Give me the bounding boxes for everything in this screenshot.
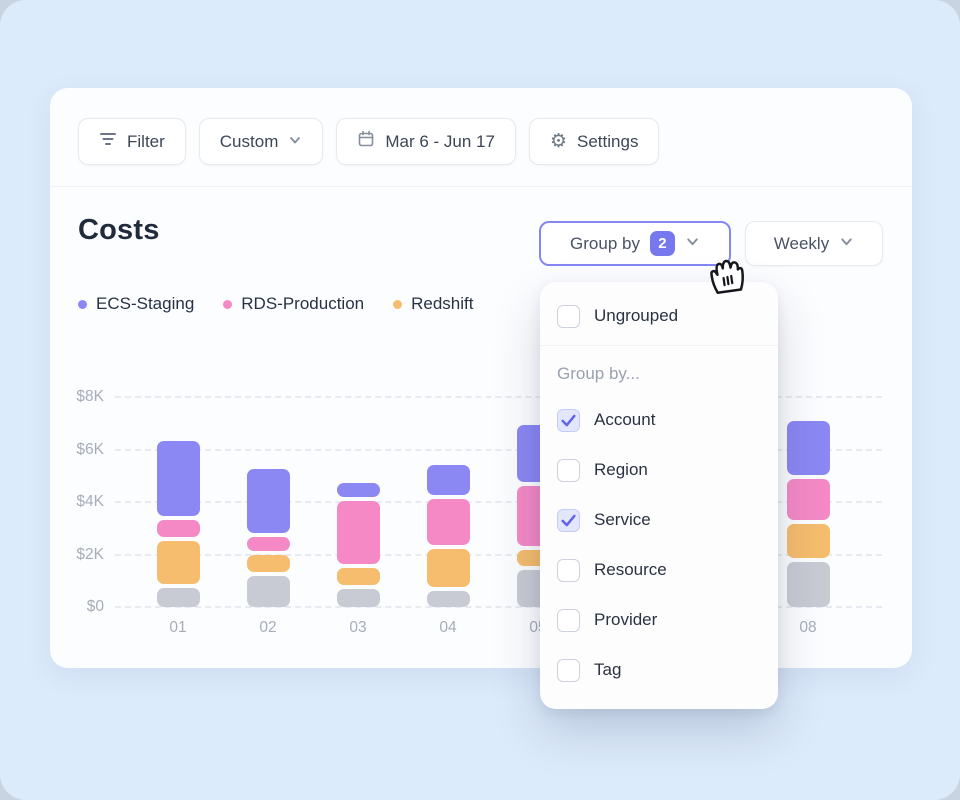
group-by-button[interactable]: Group by 2	[539, 221, 731, 266]
group-by-count-badge: 2	[650, 231, 675, 256]
menu-item-label: Service	[594, 510, 651, 530]
x-axis-tick-label: 04	[426, 619, 470, 637]
bar-segment-other[interactable]	[247, 576, 290, 607]
y-axis-tick-label: $2K	[52, 545, 104, 565]
menu-item-region[interactable]: Region	[540, 445, 778, 495]
chevron-down-icon	[685, 234, 700, 254]
bar-segment-ecs-staging[interactable]	[337, 483, 380, 497]
bar-segment-rds-production[interactable]	[337, 501, 380, 564]
y-axis-tick-label: $6K	[52, 440, 104, 460]
checkbox-region[interactable]	[557, 459, 580, 482]
checkbox-service[interactable]	[557, 509, 580, 532]
menu-item-label: Provider	[594, 610, 657, 630]
checkmark-icon	[561, 514, 576, 527]
x-axis-tick-label: 01	[156, 619, 200, 637]
menu-divider	[540, 345, 778, 346]
bar-segment-rds-production[interactable]	[247, 537, 290, 551]
menu-item-label: Tag	[594, 660, 621, 680]
bar-segment-ecs-staging[interactable]	[157, 441, 200, 516]
bar-segment-rds-production[interactable]	[157, 520, 200, 537]
bar-segment-rds-production[interactable]	[787, 479, 830, 520]
menu-items: Account Region Service Resource Provider Tag	[540, 395, 778, 695]
menu-item-label: Account	[594, 410, 655, 430]
bar-segment-redshift[interactable]	[337, 568, 380, 585]
bar-segment-other[interactable]	[427, 591, 470, 607]
checkbox-resource[interactable]	[557, 559, 580, 582]
bar-segment-redshift[interactable]	[157, 541, 200, 584]
checkbox-account[interactable]	[557, 409, 580, 432]
menu-item-provider[interactable]: Provider	[540, 595, 778, 645]
checkbox-provider[interactable]	[557, 609, 580, 632]
ungrouped-label: Ungrouped	[594, 306, 678, 326]
bar-segment-other[interactable]	[337, 589, 380, 607]
group-by-label: Group by	[570, 234, 640, 254]
group-by-menu: Ungrouped Group by... Account Region Servi…	[540, 282, 778, 709]
x-axis-tick-label: 08	[786, 619, 830, 637]
checkbox-tag[interactable]	[557, 659, 580, 682]
y-axis-tick-label: $0	[52, 597, 104, 617]
chart: $0$2K$4K$6K$8K0102030405060708	[50, 88, 912, 668]
menu-item-label: Region	[594, 460, 648, 480]
bar-segment-rds-production[interactable]	[427, 499, 470, 545]
menu-section-label: Group by...	[540, 355, 778, 395]
bar-segment-other[interactable]	[157, 588, 200, 607]
menu-item-service[interactable]: Service	[540, 495, 778, 545]
bar-segment-ecs-staging[interactable]	[787, 421, 830, 475]
checkmark-icon	[561, 414, 576, 427]
bar-segment-ecs-staging[interactable]	[427, 465, 470, 495]
bar-segment-other[interactable]	[787, 562, 830, 607]
menu-item-account[interactable]: Account	[540, 395, 778, 445]
bar-segment-redshift[interactable]	[247, 555, 290, 572]
menu-item-label: Resource	[594, 560, 667, 580]
x-axis-tick-label: 02	[246, 619, 290, 637]
menu-item-ungrouped[interactable]: Ungrouped	[540, 292, 778, 340]
costs-card: Filter Custom Mar 6 -	[50, 88, 912, 668]
menu-item-tag[interactable]: Tag	[540, 645, 778, 695]
ungrouped-checkbox[interactable]	[557, 305, 580, 328]
app-background: Filter Custom Mar 6 -	[0, 0, 960, 800]
menu-item-resource[interactable]: Resource	[540, 545, 778, 595]
bar-segment-ecs-staging[interactable]	[247, 469, 290, 533]
bar-segment-redshift[interactable]	[787, 524, 830, 558]
x-axis-tick-label: 03	[336, 619, 380, 637]
bar-segment-redshift[interactable]	[427, 549, 470, 587]
y-axis-tick-label: $4K	[52, 492, 104, 512]
y-axis-tick-label: $8K	[52, 387, 104, 407]
